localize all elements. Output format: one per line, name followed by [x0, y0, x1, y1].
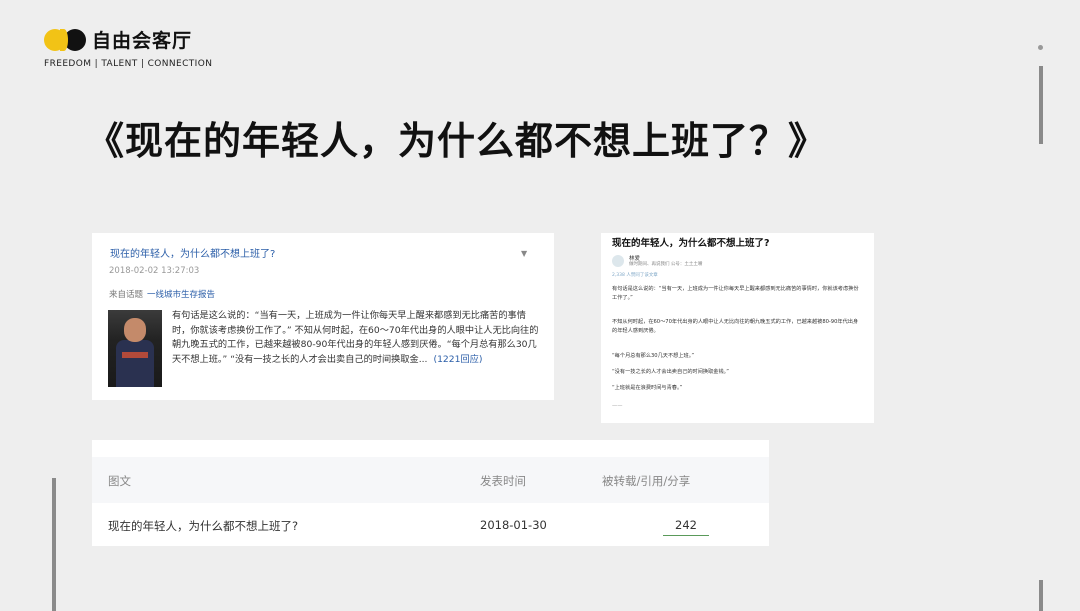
- article-card: 现在的年轻人，为什么都不想上班了? 林爱 做时期间、再说我们 公号：土土土嘴 2…: [601, 233, 874, 423]
- post-body: 有句话是这么说的：“当有一天，上班成为一件让你每天早上醒来都感到无比痛苦的事情时…: [172, 310, 539, 365]
- article-paragraph: ——: [612, 403, 623, 409]
- brand: 自由会客厅 FREEDOM | TALENT | CONNECTION: [44, 26, 212, 69]
- decorative-bar-right-bottom: [1039, 580, 1043, 611]
- share-stats-table: 图文 发表时间 被转载/引用/分享 现在的年轻人，为什么都不想上班了? 2018…: [92, 440, 769, 546]
- topic-link[interactable]: 一线城市生存报告: [147, 290, 215, 300]
- post-date: 2018-02-02 13:27:03: [109, 266, 200, 276]
- article-paragraph: “每个月总有那么30几天不想上班。”: [612, 353, 695, 359]
- brand-name: 自由会客厅: [92, 30, 193, 52]
- decorative-bar-left-bottom: [52, 478, 56, 611]
- post-topic: 来自话题 一线城市生存报告: [109, 288, 215, 300]
- decorative-bar-right-top: [1039, 66, 1043, 144]
- slide-headline: 《现在的年轻人，为什么都不想上班了？》: [86, 118, 828, 163]
- post-title-link[interactable]: 现在的年轻人，为什么都不想上班了?: [110, 245, 275, 260]
- article-paragraph: 有句话是这么说的：“当有一天，上班成为一件让你每天早上醒来都感到无比痛苦的事情时…: [612, 286, 859, 301]
- post-excerpt: 有句话是这么说的：“当有一天，上班成为一件让你每天早上醒来都感到无比痛苦的事情时…: [172, 309, 540, 367]
- article-paragraph: 不知从何时起，在60～70年代出身的人眼中让人无比向往的朝九晚五式的工作，已越来…: [612, 319, 859, 334]
- article-like-stat: 2,338 人赞同了该文章: [612, 273, 658, 278]
- forum-post-card: 现在的年轻人，为什么都不想上班了? ▼ 2018-02-02 13:27:03 …: [92, 233, 554, 400]
- topic-prefix: 来自话题: [109, 290, 144, 300]
- article-paragraph: “没有一技之长的人才会出卖自己的时间换取金钱。”: [612, 369, 729, 375]
- brand-tagline: FREEDOM | TALENT | CONNECTION: [44, 59, 213, 69]
- logo-black-circle-icon: [60, 28, 86, 51]
- table-row-title[interactable]: 现在的年轻人，为什么都不想上班了?: [108, 518, 298, 534]
- article-paragraph: “上班就是在浪费时间与青春。”: [612, 385, 683, 391]
- post-thumbnail[interactable]: [108, 310, 162, 387]
- article-author-meta: 做时期间、再说我们 公号：土土土嘴: [629, 262, 703, 267]
- decorative-dot: [1038, 45, 1043, 50]
- column-header-date: 发表时间: [480, 474, 526, 488]
- logo: 自由会客厅: [44, 26, 212, 53]
- column-header-shares: 被转载/引用/分享: [602, 474, 691, 488]
- table-row-count: 242: [663, 518, 709, 536]
- table-row-date: 2018-01-30: [480, 518, 547, 532]
- reply-count-link[interactable]: (1221回应): [433, 354, 482, 365]
- article-title: 现在的年轻人，为什么都不想上班了?: [612, 238, 770, 249]
- avatar[interactable]: [612, 255, 624, 267]
- column-header-title: 图文: [108, 474, 131, 488]
- chevron-down-icon[interactable]: ▼: [521, 249, 527, 258]
